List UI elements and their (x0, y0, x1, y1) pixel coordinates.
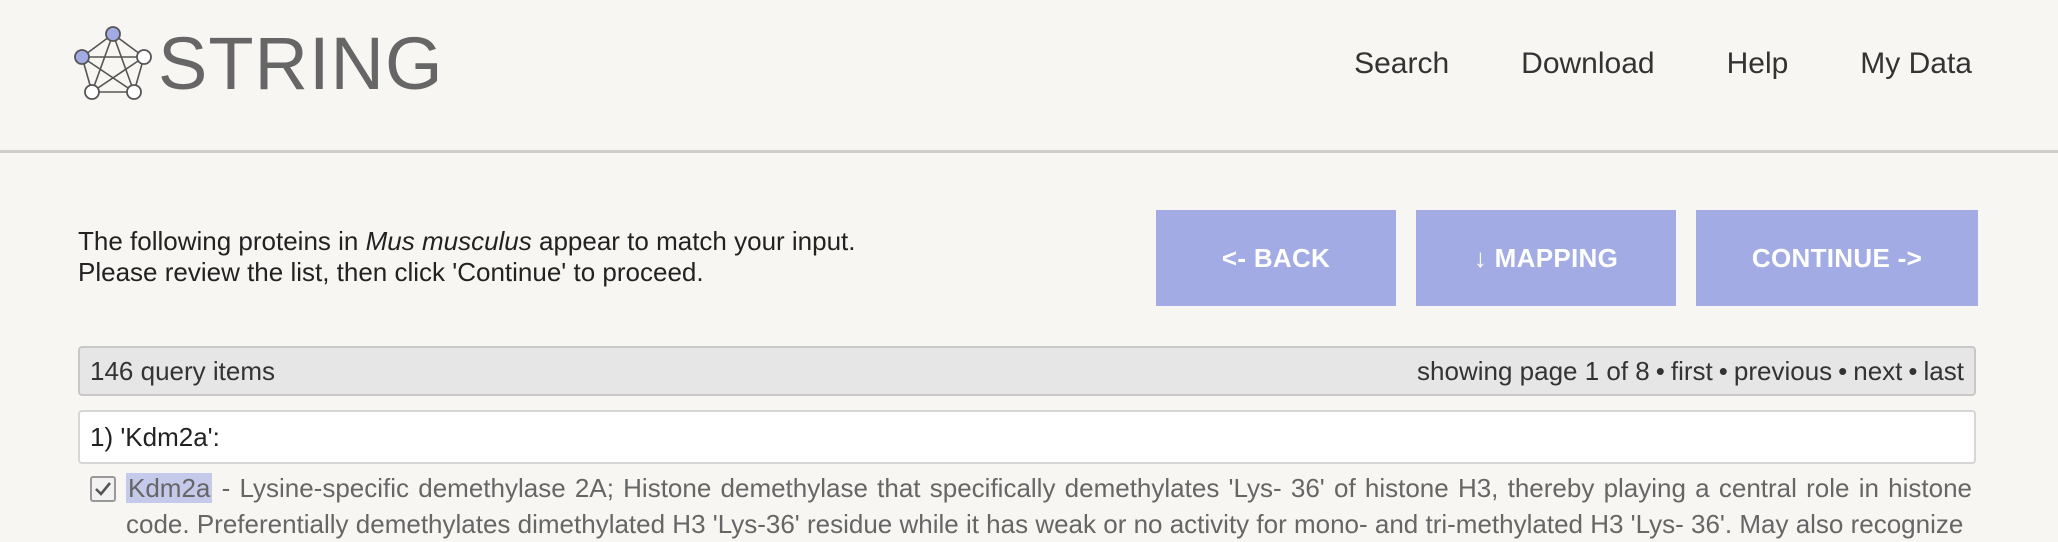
query-header-row: 1) 'Kdm2a': (78, 410, 1976, 464)
nav-my-data[interactable]: My Data (1860, 42, 1972, 86)
page-indicator: showing page 1 of 8 (1417, 355, 1650, 386)
result-text: Kdm2a - Lysine-specific demethylase 2A; … (126, 470, 1972, 542)
nav-help[interactable]: Help (1727, 42, 1789, 86)
nav-search[interactable]: Search (1354, 42, 1449, 86)
site-header: STRING Search Download Help My Data (0, 0, 2058, 153)
result-checkbox[interactable] (90, 476, 116, 502)
results-info-bar: 146 query items showing page 1 of 8 • firs… (78, 346, 1976, 396)
intro-text: The following proteins in Mus musculus a… (78, 226, 856, 288)
logo-text[interactable]: STRING (158, 22, 444, 106)
main-nav: Search Download Help My Data (1282, 42, 1972, 86)
mapping-button[interactable]: ↓ MAPPING (1416, 210, 1676, 306)
organism-name: Mus musculus (365, 226, 532, 256)
back-button[interactable]: <- BACK (1156, 210, 1396, 306)
string-network-logo-icon[interactable] (70, 24, 156, 104)
page-next-link[interactable]: next (1853, 356, 1902, 386)
page-last-link[interactable]: last (1924, 356, 1964, 386)
intro-line-2: Please review the list, then click 'Cont… (78, 257, 704, 287)
result-item: Kdm2a - Lysine-specific demethylase 2A; … (90, 470, 1972, 542)
pagination: showing page 1 of 8 • first • previous • next •… (1417, 355, 1964, 386)
page-first-link[interactable]: first (1671, 356, 1713, 386)
gene-name[interactable]: Kdm2a (126, 473, 213, 503)
gene-description: - Lysine-specific demethylase 2A; Histon… (126, 473, 1972, 539)
continue-button[interactable]: CONTINUE -> (1696, 210, 1978, 306)
checkmark-icon (95, 482, 112, 496)
page-previous-link[interactable]: previous (1734, 356, 1832, 386)
nav-download[interactable]: Download (1521, 42, 1654, 86)
intro-line-1: The following proteins in Mus musculus a… (78, 226, 856, 256)
query-item-count: 146 query items (90, 355, 275, 386)
